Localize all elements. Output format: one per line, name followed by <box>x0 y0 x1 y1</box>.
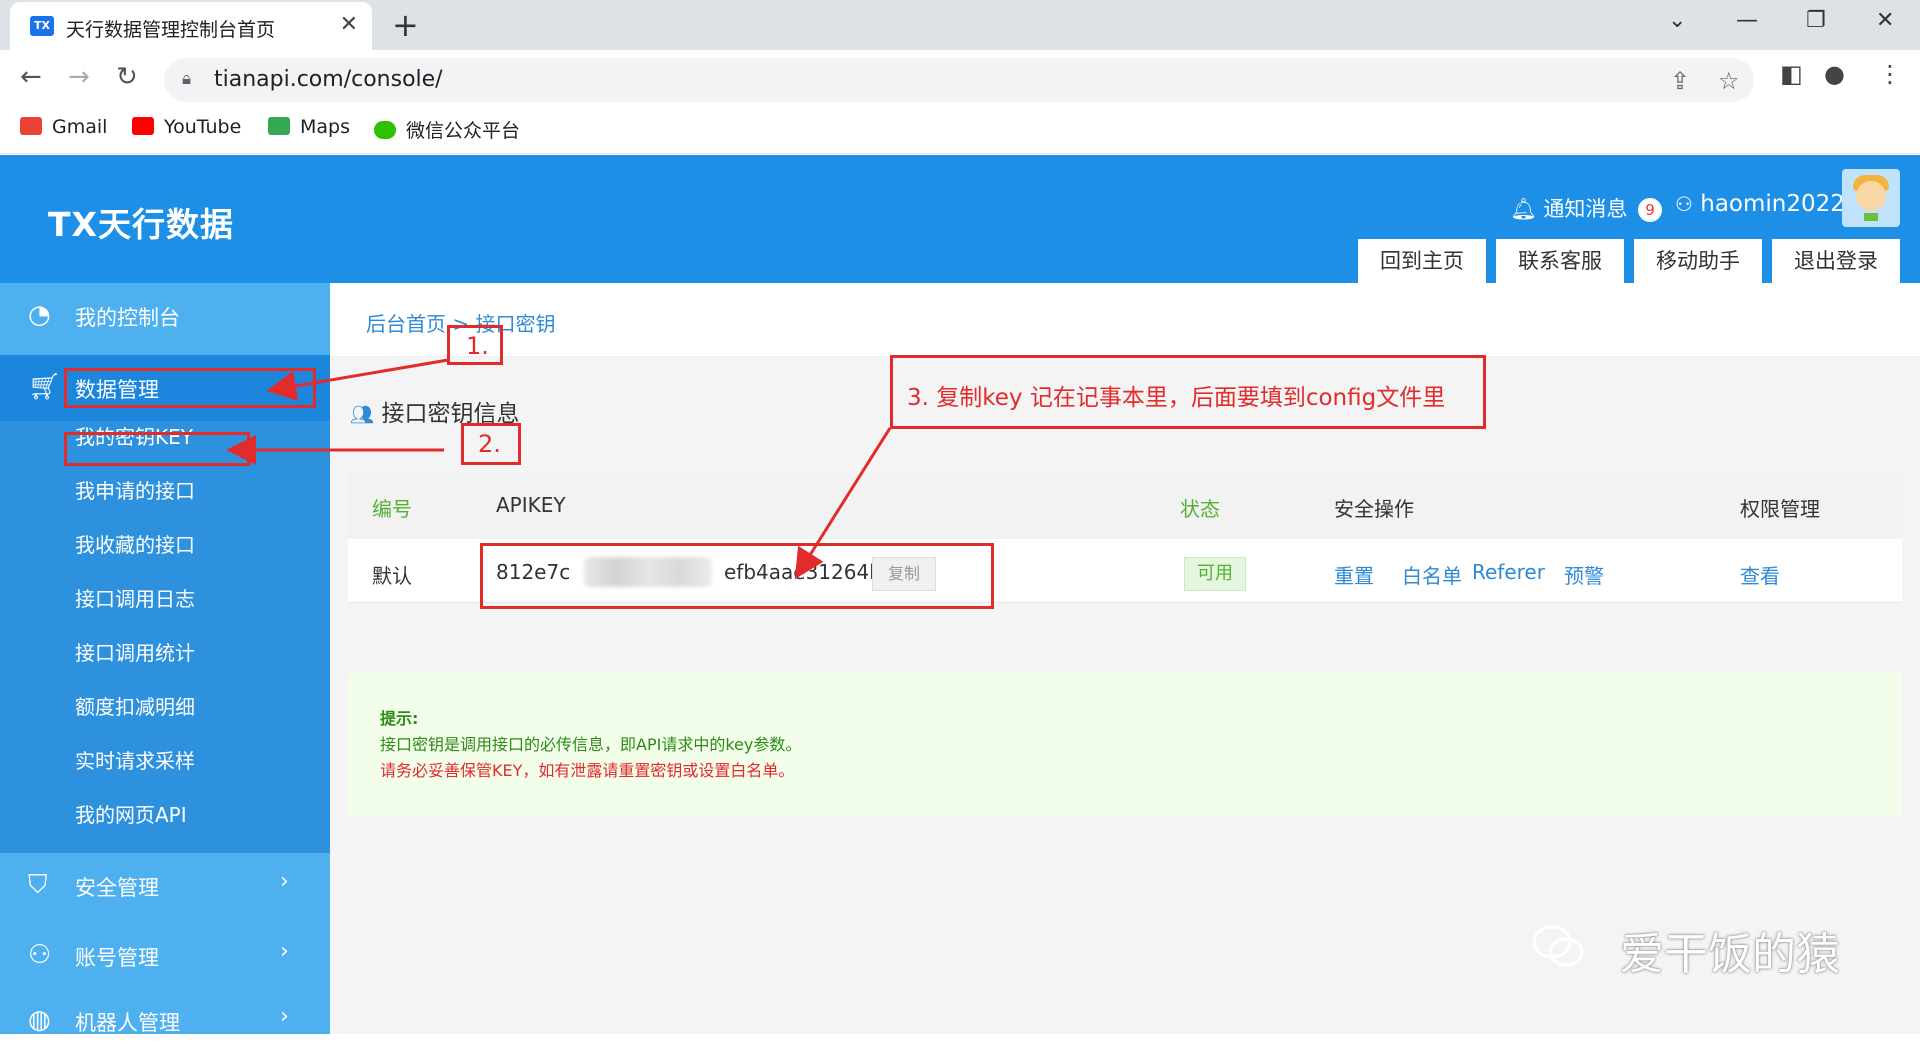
watermark: 爱干饭的猿 <box>1620 929 1840 980</box>
annotation-arrows <box>226 358 892 580</box>
wechat-watermark-icon <box>1532 925 1584 967</box>
annotation-arrow-1 <box>266 358 449 401</box>
annotation-arrow-3 <box>794 427 892 580</box>
